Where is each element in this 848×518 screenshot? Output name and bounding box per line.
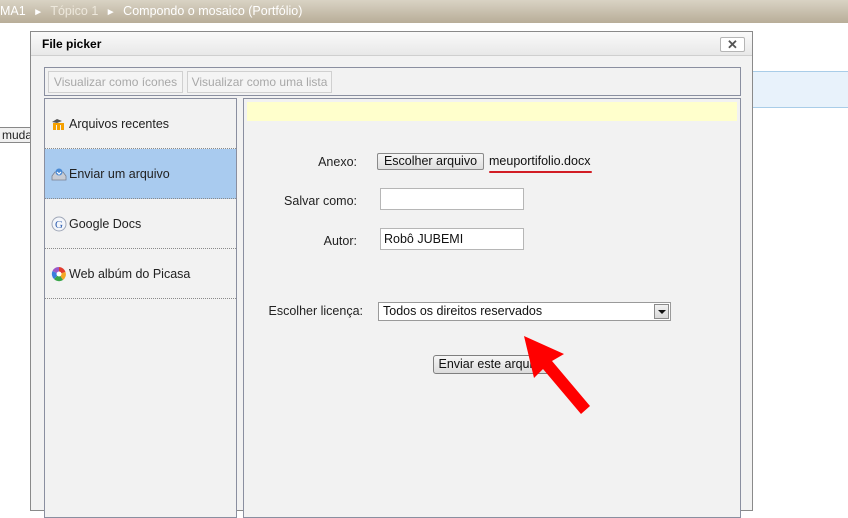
view-toolbar: Visualizar como ícones Visualizar como u… bbox=[44, 67, 741, 96]
annotation-arrow-icon bbox=[524, 336, 590, 414]
breadcrumb-topic[interactable]: Tópico 1 bbox=[50, 4, 98, 18]
chevron-down-icon[interactable] bbox=[654, 304, 669, 319]
upload-form-panel: Anexo: Escolher arquivo meuportifolio.do… bbox=[243, 98, 741, 518]
svg-text:G: G bbox=[55, 219, 63, 231]
dialog-title: File picker bbox=[42, 37, 102, 51]
repository-item-picasa[interactable]: Web albúm do Picasa bbox=[45, 249, 236, 299]
author-label: Autor: bbox=[323, 234, 357, 248]
moodle-icon bbox=[51, 116, 67, 132]
repository-item-google-docs[interactable]: G Google Docs bbox=[45, 199, 236, 249]
close-button[interactable]: ✕ bbox=[720, 37, 745, 52]
breadcrumb-course[interactable]: MA1 bbox=[0, 4, 26, 18]
repository-item-recent-files[interactable]: Arquivos recentes bbox=[45, 99, 236, 149]
annotation-underline bbox=[489, 171, 592, 173]
annotation-arrow-shape bbox=[524, 336, 590, 414]
license-label: Escolher licença: bbox=[268, 304, 364, 318]
license-select[interactable]: Todos os direitos reservados bbox=[378, 302, 671, 321]
notice-bar bbox=[247, 102, 737, 121]
breadcrumb: MA1 ► Tópico 1 ► Compondo o mosaico (Por… bbox=[0, 0, 848, 23]
google-icon: G bbox=[51, 216, 67, 232]
file-picker-dialog: File picker ✕ Visualizar como ícones Vis… bbox=[30, 31, 753, 518]
repository-label: Arquivos recentes bbox=[69, 116, 170, 131]
save-as-label: Salvar como: bbox=[284, 194, 357, 208]
repository-list: Arquivos recentes Enviar um arquivo G Go… bbox=[44, 98, 237, 518]
author-input[interactable] bbox=[380, 228, 524, 250]
dialog-header: File picker ✕ bbox=[31, 32, 752, 56]
repository-item-upload-file[interactable]: Enviar um arquivo bbox=[45, 149, 236, 199]
attachment-label: Anexo: bbox=[318, 155, 357, 169]
license-selected-value: Todos os direitos reservados bbox=[383, 304, 543, 318]
view-as-icons-button[interactable]: Visualizar como ícones bbox=[48, 71, 183, 93]
close-icon: ✕ bbox=[727, 37, 738, 52]
breadcrumb-current-page: Compondo o mosaico (Portfólio) bbox=[123, 4, 303, 18]
view-as-list-button[interactable]: Visualizar como uma lista bbox=[187, 71, 332, 93]
breadcrumb-separator-icon: ► bbox=[105, 7, 116, 18]
breadcrumb-separator-icon: ► bbox=[33, 7, 44, 18]
save-as-input[interactable] bbox=[380, 188, 524, 210]
choose-file-button[interactable]: Escolher arquivo bbox=[377, 153, 484, 170]
upload-icon bbox=[51, 166, 67, 182]
repository-label: Google Docs bbox=[69, 216, 142, 231]
background-change-button[interactable]: mudar bbox=[0, 127, 34, 143]
repository-label: Enviar um arquivo bbox=[69, 166, 170, 181]
repository-label: Web albúm do Picasa bbox=[69, 266, 191, 281]
chosen-file-name: meuportifolio.docx bbox=[489, 154, 591, 168]
picasa-icon bbox=[51, 266, 67, 282]
